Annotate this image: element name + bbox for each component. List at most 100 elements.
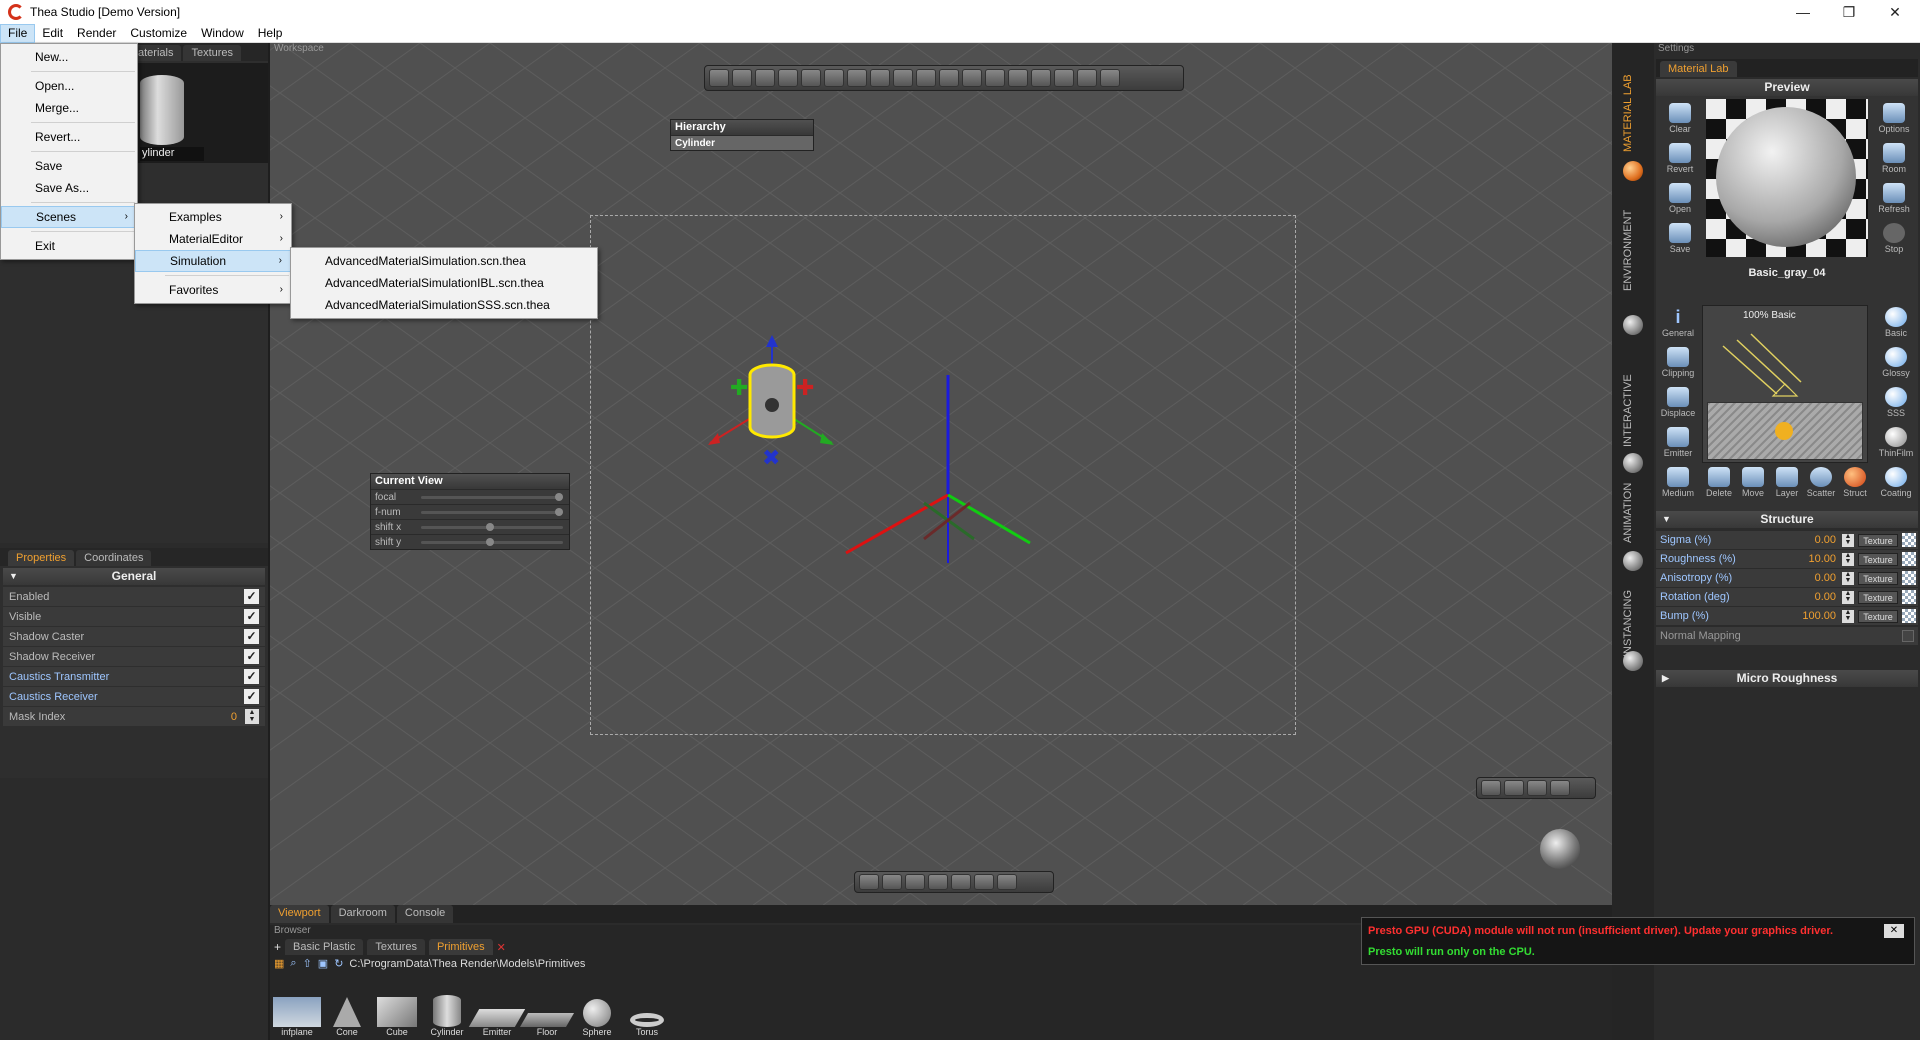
menu-item-revert[interactable]: Revert...: [1, 126, 137, 148]
menu-item-scenes[interactable]: Scenes ›: [1, 206, 137, 228]
structure-value[interactable]: 0.00: [1815, 591, 1836, 603]
toolbar-button[interactable]: [985, 69, 1005, 87]
menu-item-save-as[interactable]: Save As...: [1, 177, 137, 199]
layer-diagram[interactable]: 100% Basic: [1702, 305, 1868, 463]
preview-stop-button[interactable]: Stop: [1874, 223, 1914, 254]
vtab-material-lab[interactable]: MATERIAL LAB: [1622, 73, 1642, 153]
texture-checker-icon[interactable]: [1902, 552, 1916, 566]
toolbar-button[interactable]: [801, 69, 821, 87]
menu-edit[interactable]: Edit: [35, 24, 70, 43]
coating-layer-button[interactable]: Coating: [1876, 467, 1916, 498]
menu-render[interactable]: Render: [70, 24, 123, 43]
mask-index-spinner[interactable]: ▲ ▼: [245, 709, 259, 724]
workspace-viewport[interactable]: Workspace Hierarchy Cylinder ✚ ✚ ✖ Curre…: [270, 43, 1612, 905]
primitive-item[interactable]: Cone: [322, 993, 372, 1037]
toolbar-button[interactable]: [778, 69, 798, 87]
menu-item-scene-ams-sss[interactable]: AdvancedMaterialSimulationSSS.scn.thea: [291, 294, 597, 316]
normal-mapping-checkbox[interactable]: [1902, 630, 1914, 642]
emitter-button[interactable]: Emitter: [1658, 427, 1698, 458]
normal-mapping-row[interactable]: Normal Mapping: [1656, 627, 1918, 645]
checkbox[interactable]: ✓: [244, 629, 259, 644]
basic-layer-button[interactable]: Basic: [1876, 307, 1916, 338]
delete-layer-button[interactable]: Delete: [1702, 467, 1736, 498]
texture-button[interactable]: Texture: [1858, 533, 1898, 547]
menu-item-favorites[interactable]: Favorites ›: [135, 279, 291, 301]
vtab-environment[interactable]: ENVIRONMENT: [1622, 193, 1642, 308]
menu-help[interactable]: Help: [251, 24, 290, 43]
menu-item-merge[interactable]: Merge...: [1, 97, 137, 119]
toolbar-button[interactable]: [824, 69, 844, 87]
menu-item-save[interactable]: Save: [1, 155, 137, 177]
structure-value[interactable]: 10.00: [1808, 553, 1836, 565]
axis-button[interactable]: [1527, 780, 1547, 796]
menu-item-open[interactable]: Open...: [1, 75, 137, 97]
toolbar-button[interactable]: [951, 874, 971, 890]
preview-room-button[interactable]: Room: [1874, 143, 1914, 174]
checkbox[interactable]: ✓: [244, 689, 259, 704]
vtab-instancing[interactable]: INSTANCING: [1622, 588, 1642, 658]
toolbar-button[interactable]: [1054, 69, 1074, 87]
close-button[interactable]: ✕: [1872, 0, 1918, 24]
toolbar-button[interactable]: [882, 874, 902, 890]
primitive-item[interactable]: infplane: [272, 993, 322, 1037]
instancing-icon[interactable]: [1623, 651, 1643, 671]
texture-checker-icon[interactable]: [1902, 590, 1916, 604]
toolbar-button[interactable]: [1100, 69, 1120, 87]
preview-open-button[interactable]: Open: [1660, 183, 1700, 214]
fnum-row[interactable]: f-num: [371, 504, 569, 519]
gpu-warning-close-button[interactable]: ✕: [1884, 924, 1904, 938]
toolbar-button[interactable]: [893, 69, 913, 87]
tab-browser-textures[interactable]: Textures: [367, 939, 425, 955]
micro-roughness-header[interactable]: ▶ Micro Roughness: [1656, 670, 1918, 687]
search-icon[interactable]: ⌕: [290, 957, 296, 970]
glossy-layer-button[interactable]: Glossy: [1876, 347, 1916, 378]
tab-textures[interactable]: Textures: [183, 45, 242, 61]
toolbar-button[interactable]: [928, 874, 948, 890]
toolbar-button[interactable]: [997, 874, 1017, 890]
structure-value[interactable]: 0.00: [1815, 534, 1836, 546]
save-icon[interactable]: ▣: [318, 957, 328, 970]
checkbox[interactable]: ✓: [244, 669, 259, 684]
tab-primitives[interactable]: Primitives: [428, 939, 493, 955]
shift-x-knob[interactable]: [486, 523, 495, 531]
displace-button[interactable]: Displace: [1658, 387, 1698, 418]
scatter-layer-button[interactable]: Scatter: [1804, 467, 1838, 498]
menu-file[interactable]: File: [0, 23, 36, 43]
general-header[interactable]: ▼ General: [3, 568, 265, 585]
mask-index-value[interactable]: 0: [231, 711, 237, 723]
structure-value[interactable]: 0.00: [1815, 572, 1836, 584]
tab-properties[interactable]: Properties: [8, 550, 75, 566]
axis-button[interactable]: [1481, 780, 1501, 796]
minimize-button[interactable]: —: [1780, 0, 1826, 24]
vtab-animation[interactable]: ANIMATION: [1622, 483, 1642, 543]
menu-item-simulation[interactable]: Simulation ›: [135, 250, 291, 272]
move-layer-button[interactable]: Move: [1736, 467, 1770, 498]
axis-button[interactable]: [1550, 780, 1570, 796]
preview-save-button[interactable]: Save: [1660, 223, 1700, 254]
tab-console[interactable]: Console: [396, 905, 454, 923]
tab-coordinates[interactable]: Coordinates: [76, 550, 152, 566]
focal-row[interactable]: focal: [371, 489, 569, 504]
primitive-item[interactable]: Cylinder: [422, 993, 472, 1037]
focal-knob[interactable]: [555, 493, 563, 501]
view-mode-icon[interactable]: ▦: [274, 957, 284, 970]
structure-header[interactable]: ▼ Structure: [1656, 511, 1918, 528]
material-preview[interactable]: [1706, 99, 1868, 257]
environment-icon[interactable]: [1623, 315, 1643, 335]
toolbar-button[interactable]: [709, 69, 729, 87]
tab-darkroom[interactable]: Darkroom: [330, 905, 395, 923]
add-layer-button[interactable]: Layer: [1770, 467, 1804, 498]
vtab-interactive[interactable]: INTERACTIVE: [1622, 373, 1642, 448]
toolbar-button[interactable]: [859, 874, 879, 890]
medium-button[interactable]: Medium: [1658, 467, 1698, 498]
shift-y-row[interactable]: shift y: [371, 534, 569, 549]
value-spinner[interactable]: ▲ ▼: [1842, 552, 1854, 566]
tab-material-lab[interactable]: Material Lab: [1660, 61, 1737, 77]
toolbar-button[interactable]: [732, 69, 752, 87]
toolbar-button[interactable]: [905, 874, 925, 890]
primitive-item[interactable]: Sphere: [572, 993, 622, 1037]
preview-clear-button[interactable]: Clear: [1660, 103, 1700, 134]
preview-options-button[interactable]: Options: [1874, 103, 1914, 134]
folder-up-icon[interactable]: ⇧: [303, 957, 312, 970]
toolbar-button[interactable]: [1031, 69, 1051, 87]
